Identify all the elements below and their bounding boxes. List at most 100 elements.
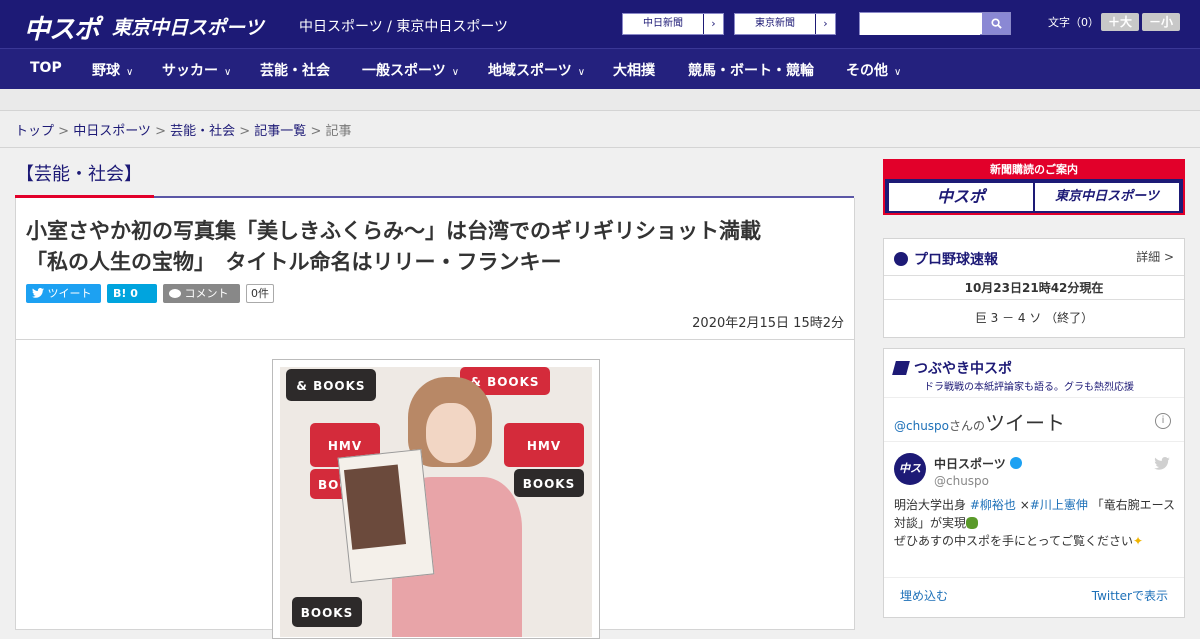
nav-item-racing[interactable]: 競馬・ボート・競輪 [688, 60, 814, 80]
article-photo[interactable]: & BOOKS & BOOKS HMV HMV BOOKS BOOKS BOOK… [272, 359, 600, 639]
view-on-twitter-link[interactable]: Twitterで表示 [1092, 587, 1168, 604]
chevron-down-icon: ∨ [224, 67, 232, 78]
sparkles-emoji-icon: ✦ [1133, 534, 1144, 548]
article-divider [16, 339, 854, 340]
embed-link[interactable]: 埋め込む [900, 587, 948, 604]
top-bar: 中スポ 東京中日スポーツ 中日スポーツ / 東京中日スポーツ 中日新聞 › 東京… [0, 0, 1200, 48]
baseball-updated: 10月23日21時42分現在 [964, 281, 1104, 295]
baseball-details-link[interactable]: 詳細 > [1136, 248, 1174, 265]
account-name[interactable]: 中日スポーツ [934, 455, 1022, 472]
font-larger-button[interactable]: ＋大 [1101, 13, 1139, 31]
nav-label: 大相撲 [613, 63, 655, 79]
chevron-right-icon: › [815, 14, 835, 34]
nav-item-local-sports[interactable]: 地域スポーツ ∨ [488, 60, 585, 80]
tweet-text-part: ぜひあすの中スポを手にとってご覧ください [894, 534, 1134, 548]
nav-item-soccer[interactable]: サッカー ∨ [162, 60, 231, 80]
twitter-bird-icon [32, 288, 44, 298]
headline-line-1: 小室さやか初の写真集「美しきふくらみ～」は台湾でのギリギリショット満載 [26, 219, 761, 243]
search-input[interactable] [860, 13, 980, 35]
article-date: 2020年2月15日 15時2分 [692, 316, 844, 331]
breadcrumb-link[interactable]: 記事一覧 [254, 124, 306, 139]
nav-item-entertainment[interactable]: 芸能・社会 [260, 60, 330, 80]
speech-bubble-icon [169, 289, 181, 298]
baseball-scores-widget: プロ野球速報 詳細 > 10月23日21時42分現在 巨 3 － 4 ソ （終了… [883, 238, 1185, 338]
headline-line-2: 「私の人生の宝物」 タイトル命名はリリー・フランキー [26, 250, 562, 274]
tokyo-chunichi-logo[interactable]: 東京中日スポーツ [112, 13, 264, 40]
subscription-promo[interactable]: 新聞購読のご案内 中スポ 東京中日スポーツ [883, 159, 1185, 215]
breadcrumb-link[interactable]: 芸能・社会 [170, 124, 235, 139]
site-name[interactable]: 中日スポーツ / 東京中日スポーツ [299, 16, 508, 36]
nav-label: その他 [846, 63, 888, 79]
breadcrumb-link[interactable]: 中日スポーツ [73, 124, 151, 139]
tweets-word: ツイート [985, 411, 1066, 435]
photo-face [426, 403, 476, 463]
breadcrumb-link[interactable]: トップ [15, 124, 54, 139]
hashtag-link[interactable]: #川上憲伸 [1030, 498, 1088, 512]
account-handle[interactable]: @chuspo [934, 474, 989, 488]
nav-label: 地域スポーツ [488, 63, 572, 79]
backdrop-sign: BOOKS [514, 469, 584, 497]
comment-label: コメント [184, 287, 229, 300]
nav-label: 一般スポーツ [362, 63, 446, 79]
nav-label: サッカー [162, 63, 218, 79]
photobook-image [343, 464, 407, 550]
divider [884, 577, 1184, 578]
hatena-bookmark-button[interactable]: B! 0 [107, 284, 157, 303]
font-smaller-button[interactable]: －小 [1142, 13, 1180, 31]
twitter-bird-icon [1154, 455, 1170, 474]
backdrop-sign: HMV [504, 423, 584, 467]
promo-tokyo-chunichi[interactable]: 東京中日スポーツ [1035, 183, 1179, 211]
baseball-title: プロ野球速報 [894, 249, 998, 269]
chevron-down-icon: ∨ [894, 67, 902, 78]
promo-chuspo[interactable]: 中スポ [889, 183, 1033, 211]
chevron-down-icon: ∨ [577, 67, 586, 78]
tweet-label: ツイート [47, 287, 92, 300]
backdrop-sign: & BOOKS [286, 369, 376, 401]
tweet-text-part: × [1015, 498, 1030, 512]
tokyo-shimbun-link[interactable]: 東京新聞 › [734, 13, 836, 35]
photo-canvas: & BOOKS & BOOKS HMV HMV BOOKS BOOKS BOOK… [280, 367, 592, 637]
nav-item-other[interactable]: その他 ∨ [846, 60, 901, 80]
chuspo-logo[interactable]: 中スポ [24, 9, 100, 46]
breadcrumb-separator: > [235, 124, 255, 139]
article-card: 小室さやか初の写真集「美しきふくらみ～」は台湾でのギリギリショット満載 「私の人… [15, 198, 855, 639]
nav-label: TOP [30, 60, 62, 76]
font-size-label: 文字（0） [1048, 16, 1099, 29]
tweet-text-part: 明治大学出身 [894, 498, 970, 512]
breadcrumb-current: 記事 [325, 124, 352, 139]
tsubuyaki-title-text: つぶやき中スポ [914, 361, 1012, 377]
main-nav: TOP 野球 ∨ サッカー ∨ 芸能・社会 一般スポーツ ∨ 地域スポーツ ∨ 大相撲 … [0, 48, 1200, 89]
tweet-text-part: 対談」が実現 [894, 516, 967, 530]
avatar[interactable]: 中スポ [894, 453, 926, 507]
comment-button[interactable]: コメント [163, 284, 240, 303]
comment-count: 0件 [246, 284, 274, 303]
search-button[interactable] [982, 13, 1010, 34]
info-icon[interactable]: i [1155, 413, 1171, 429]
baseball-title-text: プロ野球速報 [914, 252, 998, 268]
nav-item-general-sports[interactable]: 一般スポーツ ∨ [362, 60, 459, 80]
baseball-score[interactable]: 巨 3 － 4 ソ （終了） [884, 309, 1184, 326]
chevron-down-icon: ∨ [451, 67, 460, 78]
divider [884, 275, 1184, 276]
nav-label: 芸能・社会 [260, 63, 330, 79]
megaphone-icon [892, 361, 910, 375]
breadcrumb-separator: > [54, 124, 74, 139]
tweets-by-handle[interactable]: @chuspo [894, 419, 949, 433]
account-name-text: 中日スポーツ [934, 457, 1006, 471]
tweet-line-3: ぜひあすの中スポを手にとってご覧ください✦ [894, 532, 1179, 550]
nav-item-baseball[interactable]: 野球 ∨ [92, 60, 133, 80]
chunichi-shimbun-link[interactable]: 中日新聞 › [622, 13, 724, 35]
sub-strip [0, 89, 1200, 111]
tweet-line-1: 明治大学出身 #柳裕也 ×#川上憲伸 「竜右腕エース [894, 496, 1179, 514]
divider [884, 441, 1184, 442]
nav-label: 競馬・ボート・競輪 [688, 63, 814, 79]
tweet-button[interactable]: ツイート [26, 284, 101, 303]
breadcrumb-separator: > [150, 124, 171, 139]
hashtag-link[interactable]: #柳裕也 [970, 498, 1016, 512]
baseball-icon [894, 252, 908, 266]
nav-item-top[interactable]: TOP [30, 60, 62, 76]
category-label[interactable]: 【芸能・社会】 [16, 160, 142, 186]
nav-item-sumo[interactable]: 大相撲 [613, 60, 655, 80]
chevron-right-icon: › [703, 14, 723, 34]
divider [884, 397, 1184, 398]
